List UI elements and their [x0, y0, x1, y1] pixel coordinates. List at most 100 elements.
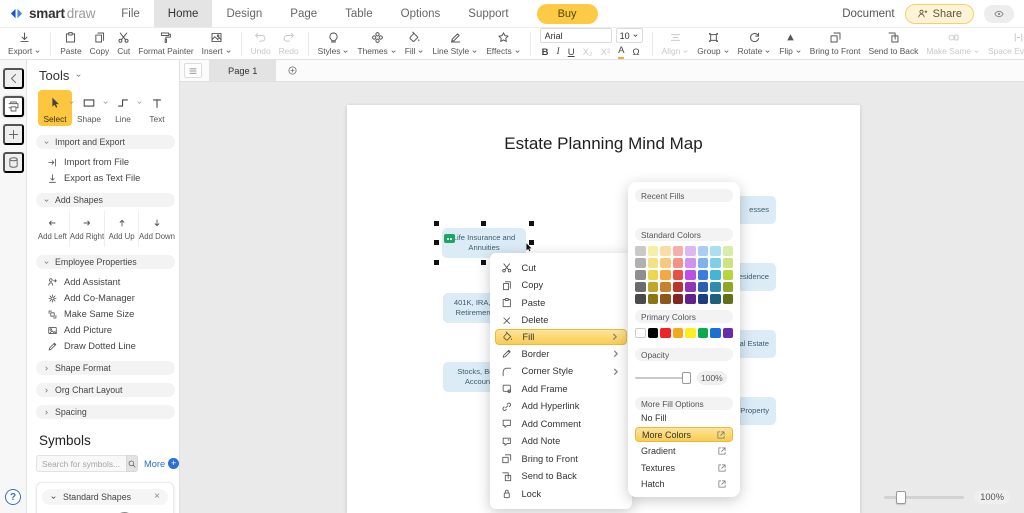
toolbar-send-to-back-button[interactable]: Send to Back: [865, 30, 923, 57]
page-tab-active[interactable]: Page 1: [209, 60, 276, 81]
share-button[interactable]: Share: [905, 4, 974, 24]
sidebar-item-add-left[interactable]: Add Left: [36, 211, 69, 247]
fill-option-more-colors[interactable]: More Colors: [635, 427, 733, 442]
color-swatch[interactable]: [698, 246, 709, 256]
color-swatch[interactable]: [673, 294, 684, 304]
toolbar-flip-button[interactable]: Flip: [775, 30, 806, 57]
font-size-select[interactable]: 10: [616, 28, 643, 43]
menu-table[interactable]: Table: [331, 0, 387, 27]
menu-file[interactable]: File: [107, 0, 154, 27]
data-panel-button[interactable]: [3, 152, 24, 173]
selection-comment-badge[interactable]: [444, 234, 455, 243]
sidebar-item-add-up[interactable]: Add Up: [104, 211, 138, 247]
fill-option-hatch[interactable]: Hatch: [635, 476, 733, 492]
tool-select[interactable]: Select: [38, 90, 72, 126]
color-swatch[interactable]: [660, 282, 671, 292]
toolbar-export-button[interactable]: Export: [4, 30, 45, 57]
tool-line[interactable]: Line: [106, 90, 140, 126]
color-swatch[interactable]: [698, 270, 709, 280]
presentation-mode-button[interactable]: [984, 5, 1014, 23]
toolbar-line-style-button[interactable]: Line Style: [428, 30, 482, 57]
menu-options[interactable]: Options: [387, 0, 455, 27]
sidebar-item-add-assistant[interactable]: Add Assistant: [36, 275, 175, 289]
sidebar-item-add-right[interactable]: Add Right: [69, 211, 104, 247]
toolbar-insert-button[interactable]: Insert: [198, 30, 236, 57]
selection-handle[interactable]: [529, 221, 534, 226]
menu-support[interactable]: Support: [454, 0, 522, 27]
sidebar-section-employee-properties[interactable]: Employee Properties: [36, 255, 175, 269]
toolbar-themes-button[interactable]: Themes: [353, 30, 400, 57]
context-menu-item-send-to-back[interactable]: Send to Back: [490, 468, 632, 486]
color-swatch[interactable]: [698, 294, 709, 304]
context-menu-item-delete[interactable]: Delete: [490, 312, 632, 330]
toolbar-rotate-button[interactable]: Rotate: [734, 30, 776, 57]
symbols-more-link[interactable]: More +: [144, 458, 179, 469]
toolbar-format-painter-button[interactable]: Format Painter: [134, 30, 197, 57]
selection-handle[interactable]: [434, 221, 439, 226]
context-menu-item-border[interactable]: Border: [490, 345, 632, 363]
tools-panel-header[interactable]: Tools: [36, 66, 174, 90]
font-family-input[interactable]: [540, 28, 612, 43]
zoom-slider[interactable]: [884, 496, 964, 499]
sidebar-item-import-from-file[interactable]: Import from File: [36, 155, 175, 169]
color-swatch[interactable]: [660, 270, 671, 280]
context-menu-item-paste[interactable]: Paste: [490, 294, 632, 312]
page-list-button[interactable]: [184, 63, 202, 78]
color-swatch[interactable]: [673, 282, 684, 292]
symbol-search-input[interactable]: [36, 455, 126, 472]
fill-option-textures[interactable]: Textures: [635, 460, 733, 476]
sidebar-item-draw-dotted-line[interactable]: Draw Dotted Line: [36, 339, 175, 353]
toolbar-cut-button[interactable]: Cut: [113, 30, 134, 57]
toolbar-copy-button[interactable]: Copy: [86, 30, 114, 57]
color-swatch[interactable]: [660, 294, 671, 304]
sidebar-section-import-and-export[interactable]: Import and Export: [36, 135, 175, 149]
color-swatch[interactable]: [723, 246, 734, 256]
selection-handle[interactable]: [434, 240, 439, 245]
toolbar-bring-to-front-button[interactable]: Bring to Front: [806, 30, 865, 57]
color-swatch[interactable]: [710, 246, 721, 256]
color-swatch[interactable]: [723, 270, 734, 280]
bold-button[interactable]: B: [542, 48, 549, 58]
print-panel-button[interactable]: [3, 96, 24, 117]
sidebar-section-org-chart-layout[interactable]: Org Chart Layout: [36, 383, 175, 397]
color-swatch[interactable]: [710, 282, 721, 292]
color-swatch[interactable]: [648, 282, 659, 292]
context-menu-item-fill[interactable]: Fill: [495, 329, 627, 345]
tool-shape[interactable]: Shape: [72, 90, 106, 126]
context-menu-item-copy[interactable]: Copy: [490, 277, 632, 295]
context-menu-item-corner-style[interactable]: Corner Style: [490, 363, 632, 381]
color-swatch[interactable]: [660, 258, 671, 268]
toolbar-styles-button[interactable]: Styles: [314, 30, 354, 57]
symbol-search-button[interactable]: [126, 455, 138, 472]
sidebar-item-add-picture[interactable]: Add Picture: [36, 323, 175, 337]
color-swatch[interactable]: [710, 294, 721, 304]
smartdraw-logo[interactable]: smartdraw: [0, 6, 107, 21]
toolbar-effects-button[interactable]: Effects: [482, 30, 524, 57]
opacity-slider-handle[interactable]: [682, 372, 691, 384]
sidebar-section-shape-format[interactable]: Shape Format: [36, 361, 175, 375]
zoom-slider-handle[interactable]: [896, 491, 906, 504]
menu-home[interactable]: Home: [154, 0, 213, 27]
context-menu-item-add-note[interactable]: Add Note: [490, 433, 632, 451]
close-icon[interactable]: ×: [154, 492, 160, 502]
menu-design[interactable]: Design: [212, 0, 276, 27]
color-swatch[interactable]: [635, 270, 646, 280]
color-swatch[interactable]: [660, 246, 671, 256]
color-swatch[interactable]: [648, 294, 659, 304]
selection-handle[interactable]: [481, 221, 486, 226]
color-swatch[interactable]: [648, 270, 659, 280]
context-menu-item-cut[interactable]: Cut: [490, 259, 632, 277]
color-swatch[interactable]: [685, 270, 696, 280]
toolbar-paste-button[interactable]: Paste: [56, 30, 85, 57]
color-swatch[interactable]: [635, 294, 646, 304]
buy-button[interactable]: Buy: [537, 4, 598, 24]
color-swatch[interactable]: [698, 258, 709, 268]
context-menu-item-lock[interactable]: Lock: [490, 485, 632, 503]
color-swatch[interactable]: [723, 282, 734, 292]
standard-shapes-header[interactable]: Standard Shapes ×: [42, 489, 168, 505]
color-swatch[interactable]: [635, 282, 646, 292]
color-swatch[interactable]: [710, 270, 721, 280]
color-swatch[interactable]: [698, 328, 709, 338]
collapse-panel-button[interactable]: [3, 68, 24, 89]
fill-option-no-fill[interactable]: No Fill: [635, 410, 733, 426]
